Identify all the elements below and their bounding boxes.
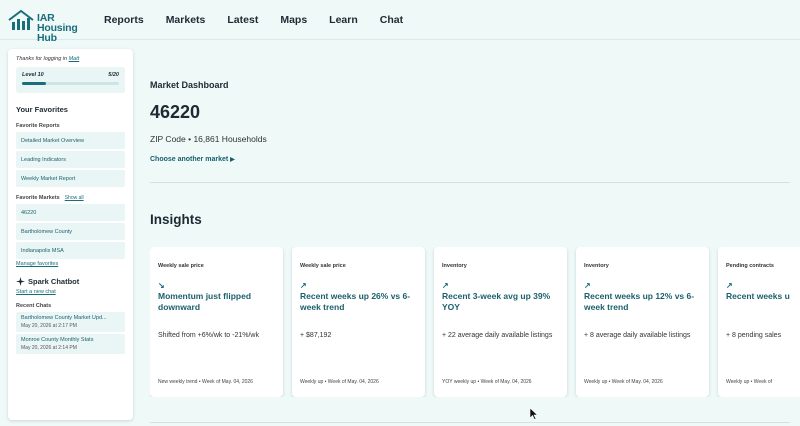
level-label: Level 10	[22, 72, 44, 78]
recent-chat-date: May 20, 2026 at 2:17 PM	[21, 323, 77, 329]
insight-card[interactable]: Weekly sale price ↗ Recent weeks up 26% …	[292, 247, 425, 397]
nav-latest[interactable]: Latest	[227, 14, 258, 26]
logo[interactable]: IAR Housing Hub	[8, 9, 94, 43]
nav-markets[interactable]: Markets	[166, 14, 206, 26]
insight-footer: Weekly up • Week of	[726, 379, 773, 385]
insight-headline: Recent 3-week avg up 39% YOY	[442, 291, 551, 312]
favorite-report-item[interactable]: Weekly Market Report	[16, 170, 125, 187]
main-content: Market Dashboard 46220 ZIP Code • 16,861…	[150, 40, 800, 426]
insights-title: Insights	[150, 212, 202, 227]
insight-headline: Momentum just flipped downward	[158, 291, 252, 312]
trend-up-icon: ↗	[300, 281, 307, 290]
chatbot-header: Spark Chatbot	[16, 277, 125, 286]
insight-card[interactable]: Inventory ↗ Recent 3-week avg up 39% YOY…	[434, 247, 567, 397]
favorite-report-item[interactable]: Detailed Market Overview	[16, 132, 125, 149]
recent-chats-label: Recent Chats	[16, 303, 52, 309]
level-progress-fill	[22, 82, 47, 85]
nav-reports[interactable]: Reports	[104, 14, 144, 26]
house-chart-icon	[8, 9, 34, 30]
zip-info: ZIP Code • 16,861 Households	[150, 134, 267, 144]
nav-learn[interactable]: Learn	[329, 14, 358, 26]
divider	[150, 422, 790, 423]
insight-category: Weekly sale price	[300, 263, 346, 269]
insight-detail: + 8 average daily available listings	[584, 332, 691, 339]
favorites-title: Your Favorites	[16, 105, 68, 114]
recent-chat-title: Bartholomew County Market Upd...	[21, 315, 107, 321]
sidebar: Thanks for logging in Matt Level 10 5/20…	[8, 49, 133, 420]
show-all-link[interactable]: Show all	[65, 195, 84, 201]
nav-links: Reports Markets Latest Maps Learn Chat	[104, 0, 425, 40]
insight-detail: + $87,192	[300, 332, 332, 339]
insight-category: Weekly sale price	[158, 263, 204, 269]
welcome-text: Thanks for logging in Matt	[16, 56, 80, 62]
insight-footer: Weekly up • Week of May. 04, 2026	[584, 379, 663, 385]
insight-card[interactable]: Weekly sale price ↘ Momentum just flippe…	[150, 247, 283, 397]
favorite-market-item[interactable]: Indianapolis MSA	[16, 242, 125, 259]
choose-market-link[interactable]: Choose another market ▶	[150, 156, 235, 163]
divider	[150, 182, 790, 183]
insight-footer: New weekly trend • Week of May. 04, 2026	[158, 379, 253, 385]
caret-right-icon: ▶	[230, 157, 235, 163]
insight-detail: + 22 average daily available listings	[442, 332, 553, 339]
insight-detail: + 8 pending sales	[726, 332, 782, 339]
favorite-markets-label: Favorite Markets Show all	[16, 195, 84, 201]
manage-favorites-link[interactable]: Manage favorites	[16, 261, 125, 267]
trend-up-icon: ↗	[442, 281, 449, 290]
page-title: 46220	[150, 102, 201, 122]
logo-line-2: Housing Hub	[37, 22, 78, 44]
insight-category: Inventory	[584, 263, 609, 269]
insight-footer: Weekly up • Week of May. 04, 2026	[300, 379, 379, 385]
favorite-market-item[interactable]: 46220	[16, 204, 125, 221]
insight-headline: Recent weeks u	[726, 291, 790, 301]
level-progress-bar	[22, 82, 119, 85]
favorite-report-item[interactable]: Leading Indicators	[16, 151, 125, 168]
insight-card[interactable]: Inventory ↗ Recent weeks up 12% vs 6-wee…	[576, 247, 709, 397]
insight-category: Pending contracts	[726, 263, 774, 269]
start-new-chat-link[interactable]: Start a new chat	[16, 289, 125, 295]
insight-category: Inventory	[442, 263, 467, 269]
recent-chat-date: May 20, 2026 at 2:14 PM	[21, 345, 77, 351]
mouse-cursor-icon	[530, 408, 538, 420]
dashboard-label: Market Dashboard	[150, 80, 229, 90]
insight-headline: Recent weeks up 12% vs 6-week trend	[584, 291, 695, 312]
favorite-reports-label: Favorite Reports	[16, 123, 60, 129]
favorite-market-item[interactable]: Bartholomew County	[16, 223, 125, 240]
nav-chat[interactable]: Chat	[380, 14, 403, 26]
recent-chat-item[interactable]: Bartholomew County Market Upd... May 20,…	[16, 312, 125, 332]
recent-chat-item[interactable]: Monroe County Monthly Stats May 20, 2026…	[16, 334, 125, 354]
trend-up-icon: ↗	[584, 281, 591, 290]
insight-headline: Recent weeks up 26% vs 6-week trend	[300, 291, 411, 312]
trend-down-icon: ↘	[158, 281, 165, 290]
insight-card[interactable]: Pending contracts ↗ Recent weeks u + 8 p…	[718, 247, 800, 397]
trend-up-icon: ↗	[726, 281, 733, 290]
nav-maps[interactable]: Maps	[280, 14, 307, 26]
level-progress: 5/20	[108, 72, 119, 78]
recent-chat-title: Monroe County Monthly Stats	[21, 337, 94, 343]
user-name-link[interactable]: Matt	[69, 56, 80, 62]
sparkle-icon	[16, 277, 25, 286]
insight-detail: Shifted from +6%/wk to -21%/wk	[158, 332, 259, 339]
insight-footer: YOY weekly up • Week of May. 04, 2026	[442, 379, 532, 385]
insights-cards: Weekly sale price ↘ Momentum just flippe…	[150, 247, 800, 397]
top-nav: IAR Housing Hub Reports Markets Latest M…	[0, 0, 800, 43]
level-card: Level 10 5/20	[16, 67, 125, 93]
